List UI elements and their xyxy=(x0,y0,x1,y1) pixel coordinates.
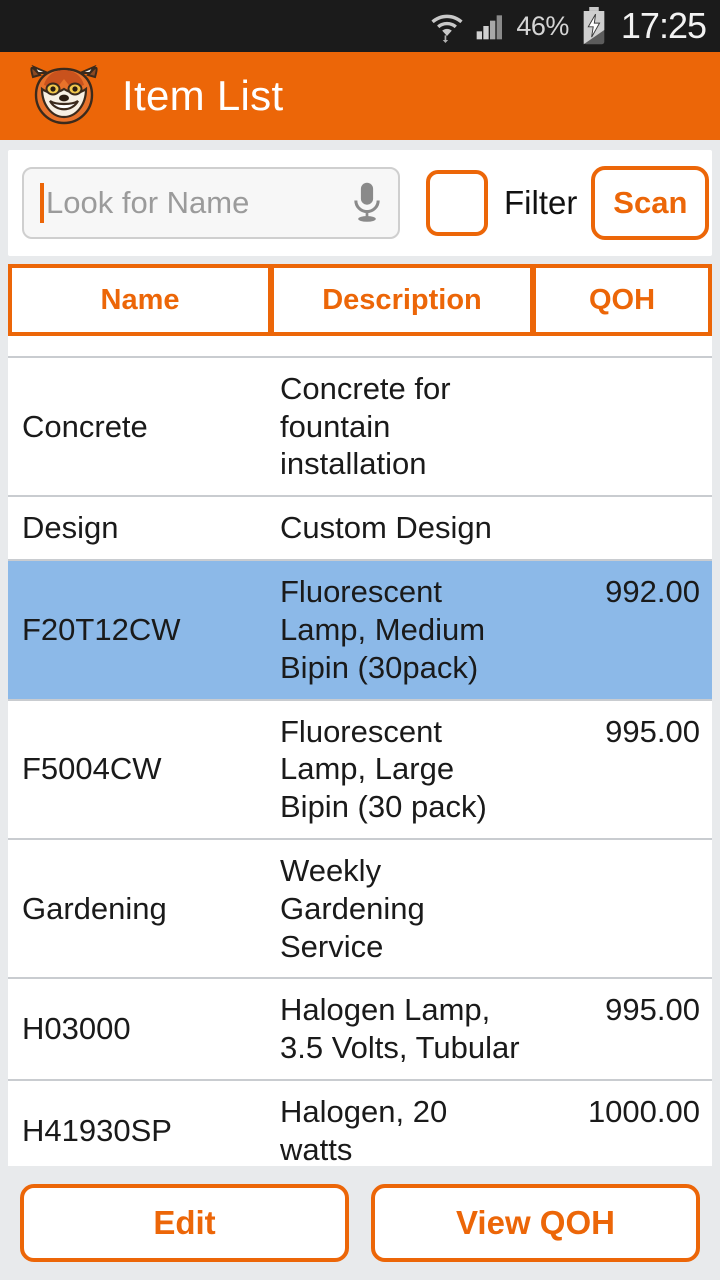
cell-qoh: 995.00 xyxy=(605,992,700,1028)
cell-name: Design xyxy=(22,510,119,546)
table-row[interactable]: Concrete Concrete for fountain installati… xyxy=(8,357,712,498)
table-row[interactable]: Design Custom Design xyxy=(8,497,712,562)
search-input[interactable]: Look for Name xyxy=(22,167,400,239)
cell-description: Concrete for fountain installation xyxy=(280,370,451,482)
edit-button[interactable]: Edit xyxy=(20,1184,349,1262)
cell-description: Halogen, 20 watts xyxy=(280,1094,448,1166)
table-row[interactable]: Gardening Weekly Gardening Service xyxy=(8,839,712,980)
view-qoh-button[interactable]: View QOH xyxy=(371,1184,700,1262)
cell-qoh xyxy=(528,840,712,977)
cell-name: F20T12CW xyxy=(22,611,181,647)
battery-charging-icon xyxy=(579,7,609,45)
cell-name xyxy=(8,336,272,356)
app-bar: Item List xyxy=(0,52,720,140)
table-row[interactable]: F5004CW Fluorescent Lamp, Large Bipin (30… xyxy=(8,700,712,840)
item-list-screen: 46% 17:25 Item List Look for Name Filter… xyxy=(0,0,720,1280)
status-bar: 46% 17:25 xyxy=(0,0,720,52)
fox-logo-icon xyxy=(28,64,100,127)
filter-label: Filter xyxy=(504,184,578,221)
search-placeholder: Look for Name xyxy=(46,185,250,220)
column-header-qoh[interactable]: QOH xyxy=(532,264,712,336)
cell-name: Gardening xyxy=(22,890,167,926)
cell-name: Concrete xyxy=(22,408,148,444)
cell-qoh: 992.00 xyxy=(605,574,700,610)
cell-qoh xyxy=(528,336,712,356)
scan-button[interactable]: Scan xyxy=(591,166,710,240)
column-header-description[interactable]: Description xyxy=(270,264,534,336)
footer-actions: Edit View QOH xyxy=(0,1166,720,1280)
microphone-icon[interactable] xyxy=(350,181,384,225)
table-row[interactable]: H41930SP Halogen, 20 watts 1000.00 xyxy=(8,1081,712,1166)
cell-qoh xyxy=(528,358,712,495)
cell-qoh xyxy=(528,497,712,559)
cell-name: F5004CW xyxy=(22,751,162,787)
filter-checkbox[interactable] xyxy=(426,170,488,236)
search-toolbar: Look for Name Filter Scan xyxy=(8,150,712,256)
cell-name: H03000 xyxy=(22,1011,131,1047)
table-row[interactable]: Universal Faucet xyxy=(8,336,712,358)
cell-description: Weekly Gardening Service xyxy=(280,852,425,964)
cell-description: Halogen Lamp, 3.5 Volts, Tubular xyxy=(280,992,520,1066)
cellular-signal-icon xyxy=(474,10,506,42)
wifi-icon xyxy=(430,9,464,43)
status-bar-clock: 17:25 xyxy=(620,5,707,46)
cell-qoh: 995.00 xyxy=(605,713,700,749)
table-header: Name Description QOH xyxy=(8,264,712,336)
table-row[interactable]: H03000 Halogen Lamp, 3.5 Volts, Tubular 99… xyxy=(8,979,712,1081)
cell-description: Fluorescent Lamp, Medium Bipin (30pack) xyxy=(280,574,486,685)
item-list-table[interactable]: Universal Faucet Concrete Concrete for fou… xyxy=(8,336,712,1166)
column-header-name[interactable]: Name xyxy=(8,264,272,336)
cell-description: Universal Faucet xyxy=(272,336,528,356)
cell-description: Custom Design xyxy=(280,510,492,546)
cell-qoh: 1000.00 xyxy=(587,1094,700,1129)
cell-description: Fluorescent Lamp, Large Bipin (30 pack) xyxy=(280,713,487,825)
battery-percent-label: 46% xyxy=(516,10,569,41)
cell-name: H41930SP xyxy=(22,1112,172,1148)
page-title: Item List xyxy=(122,72,284,119)
table-row[interactable]: F20T12CW Fluorescent Lamp, Medium Bipin (… xyxy=(8,561,712,701)
